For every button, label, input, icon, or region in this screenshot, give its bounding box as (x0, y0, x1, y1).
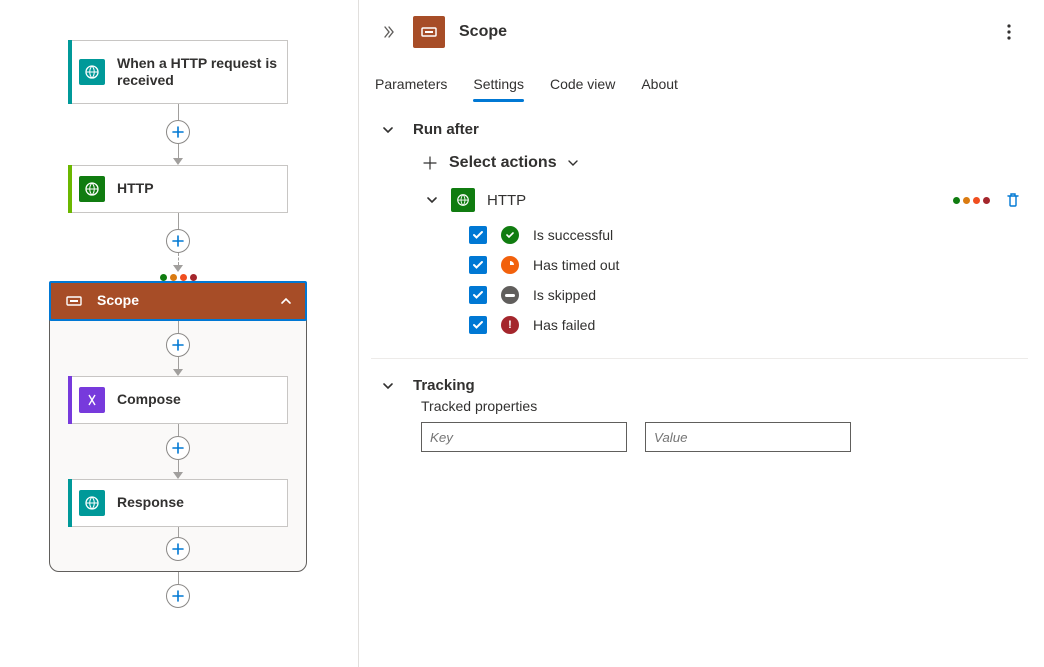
run-after-dots (953, 197, 990, 204)
run-after-item: HTTP (421, 188, 1022, 334)
add-step-button[interactable] (166, 120, 190, 144)
plus-icon (421, 154, 439, 172)
tracked-properties-label: Tracked properties (377, 398, 1022, 414)
add-step-button[interactable] (166, 537, 190, 561)
condition-label: Has failed (533, 317, 595, 333)
node-http-trigger[interactable]: When a HTTP request is received (68, 40, 288, 104)
select-actions-button[interactable]: Select actions (421, 154, 1022, 172)
tracked-value-input[interactable] (645, 422, 851, 452)
request-icon (79, 59, 105, 85)
condition-successful: Is successful (469, 226, 1022, 244)
tab-about[interactable]: About (641, 70, 678, 102)
section-header-tracking[interactable]: Tracking (377, 377, 1022, 394)
checkbox-timedout[interactable] (469, 256, 487, 274)
chevron-down-icon (381, 123, 395, 137)
condition-timedout: Has timed out (469, 256, 1022, 274)
http-icon (451, 188, 475, 212)
node-label: When a HTTP request is received (117, 55, 277, 90)
select-actions-label: Select actions (449, 154, 557, 172)
node-label: HTTP (117, 180, 154, 198)
accent (68, 479, 72, 527)
accent (68, 165, 72, 213)
checkbox-successful[interactable] (469, 226, 487, 244)
condition-label: Is skipped (533, 287, 596, 303)
timeout-icon (501, 256, 519, 274)
response-icon (79, 490, 105, 516)
scope-container: Scope Compose (49, 281, 307, 572)
accent (68, 40, 72, 104)
skip-icon (501, 286, 519, 304)
section-run-after: Run after Select actions (371, 103, 1028, 359)
node-scope-header[interactable]: Scope (49, 281, 307, 321)
add-step-button[interactable] (166, 229, 190, 253)
add-step-button[interactable] (166, 436, 190, 460)
compose-icon (79, 387, 105, 413)
http-icon (79, 176, 105, 202)
node-compose[interactable]: Compose (68, 376, 288, 424)
chevron-down-icon (381, 379, 395, 393)
node-label: Compose (117, 391, 181, 409)
connector (68, 213, 288, 281)
tab-codeview[interactable]: Code view (550, 70, 615, 102)
fail-icon: ! (501, 316, 519, 334)
workflow-canvas[interactable]: When a HTTP request is received HTTP (0, 0, 358, 667)
scope-icon (63, 290, 85, 312)
section-header-run-after[interactable]: Run after (377, 121, 1022, 138)
panel-header: Scope (371, 10, 1028, 62)
section-title: Tracking (413, 377, 475, 394)
scope-icon (413, 16, 445, 48)
condition-skipped: Is skipped (469, 286, 1022, 304)
condition-label: Has timed out (533, 257, 619, 273)
connector (68, 572, 288, 608)
tab-parameters[interactable]: Parameters (375, 70, 447, 102)
section-title: Run after (413, 121, 479, 138)
tracked-key-input[interactable] (421, 422, 627, 452)
condition-label: Is successful (533, 227, 613, 243)
collapse-panel-button[interactable] (375, 20, 399, 44)
add-step-button[interactable] (166, 333, 190, 357)
run-after-item-name: HTTP (487, 192, 526, 209)
delete-run-after-button[interactable] (1004, 191, 1022, 209)
chevron-down-icon[interactable] (425, 193, 439, 207)
success-icon (501, 226, 519, 244)
node-http[interactable]: HTTP (68, 165, 288, 213)
tab-settings[interactable]: Settings (473, 70, 524, 102)
checkbox-skipped[interactable] (469, 286, 487, 304)
node-label: Response (117, 494, 184, 512)
connector (68, 104, 288, 165)
node-response[interactable]: Response (68, 479, 288, 527)
condition-failed: ! Has failed (469, 316, 1022, 334)
more-menu-button[interactable] (994, 17, 1024, 47)
chevron-up-icon (279, 294, 293, 308)
accent (68, 376, 72, 424)
panel-title: Scope (459, 23, 507, 41)
add-step-button[interactable] (166, 584, 190, 608)
tabs: Parameters Settings Code view About (371, 62, 1028, 103)
node-label: Scope (97, 292, 139, 310)
checkbox-failed[interactable] (469, 316, 487, 334)
section-tracking: Tracking Tracked properties (371, 359, 1028, 476)
details-panel: Scope Parameters Settings Code view Abou… (358, 0, 1044, 667)
chevron-down-icon (567, 157, 579, 169)
run-after-dots (160, 274, 197, 281)
